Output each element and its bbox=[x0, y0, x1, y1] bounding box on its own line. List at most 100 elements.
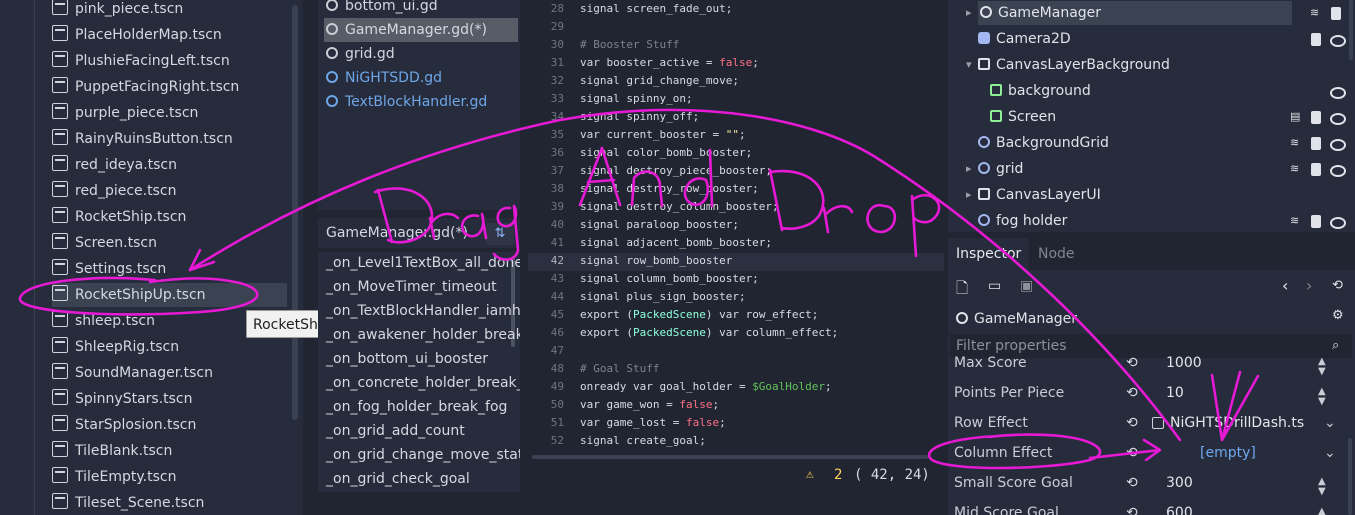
property-row[interactable]: Mid Score Goal ⟲ 600 ▲▼ bbox=[948, 498, 1355, 515]
visibility-eye-icon[interactable] bbox=[1330, 165, 1346, 177]
code-line[interactable]: signal column_bomb_booster; bbox=[580, 272, 759, 285]
file-item[interactable]: Tileset_Scene.tscn bbox=[52, 491, 204, 515]
method-item[interactable]: _on_grid_add_count bbox=[326, 419, 465, 443]
file-item[interactable]: SoundManager.tscn bbox=[52, 361, 213, 385]
code-line[interactable]: signal screen_fade_out; bbox=[580, 2, 732, 15]
method-item[interactable]: _on_grid_change_move_state bbox=[326, 443, 520, 467]
scene-node[interactable]: GameManager bbox=[978, 1, 1292, 25]
signal-icon[interactable]: ≋ bbox=[1290, 215, 1302, 227]
script-item[interactable]: GameManager.gd(*) bbox=[324, 18, 518, 42]
file-item[interactable]: RainyRuinsButton.tscn bbox=[52, 127, 233, 151]
property-value[interactable]: [empty] bbox=[1200, 438, 1256, 468]
file-item[interactable]: PuppetFacingRight.tscn bbox=[52, 75, 239, 99]
save-icon[interactable]: ▣ bbox=[1020, 278, 1033, 294]
inspector-scrollbar[interactable] bbox=[1348, 438, 1352, 515]
signal-icon[interactable]: ≋ bbox=[1290, 137, 1302, 149]
code-line[interactable]: export (PackedScene) var row_effect; bbox=[580, 308, 818, 321]
spinner-arrows-icon[interactable]: ▲▼ bbox=[1318, 507, 1326, 515]
film-icon[interactable]: ▤ bbox=[1290, 111, 1302, 123]
code-line[interactable]: var game_won = false; bbox=[580, 398, 719, 411]
property-row[interactable]: Max Score ⟲ 1000 ▲ ▼ bbox=[948, 348, 1355, 378]
method-item[interactable]: _on_concrete_holder_break_cc bbox=[326, 371, 520, 395]
sort-icon[interactable]: ⇅ bbox=[486, 223, 514, 245]
scene-node[interactable]: Camera2D bbox=[978, 27, 1071, 51]
scene-node[interactable]: CanvasLayerBackground bbox=[978, 53, 1170, 77]
file-item[interactable]: Settings.tscn bbox=[52, 257, 166, 281]
file-item[interactable]: shleep.tscn bbox=[52, 309, 155, 333]
code-line[interactable]: var booster_active = false; bbox=[580, 56, 759, 69]
method-item[interactable]: _on_fog_holder_break_fog bbox=[326, 395, 507, 419]
file-item[interactable]: ShleepRig.tscn bbox=[52, 335, 179, 359]
method-item[interactable]: _on_awakener_holder_break_a bbox=[326, 323, 520, 347]
expand-caret-icon[interactable]: ▸ bbox=[966, 162, 972, 175]
file-item[interactable]: PlaceHolderMap.tscn bbox=[52, 23, 222, 47]
revert-icon[interactable]: ⟲ bbox=[1126, 348, 1138, 378]
property-row[interactable]: Small Score Goal ⟲ 300 ▲ ▼ bbox=[948, 468, 1355, 498]
warning-icon[interactable]: ⚠ bbox=[806, 467, 814, 482]
method-item[interactable]: _on_bottom_ui_booster bbox=[326, 347, 488, 371]
method-item[interactable]: _on_MoveTimer_timeout bbox=[326, 275, 497, 299]
code-line[interactable]: signal destroy_row_booster; bbox=[580, 182, 759, 195]
property-value[interactable]: NiGHTSDrillDash.ts bbox=[1170, 408, 1304, 438]
tab-node[interactable]: Node bbox=[1030, 238, 1083, 270]
code-line[interactable]: export (PackedScene) var column_effect; bbox=[580, 326, 838, 339]
code-line[interactable]: signal color_bomb_booster; bbox=[580, 146, 752, 159]
code-editor[interactable]: 28 signal screen_fade_out; 29 30 # Booster S… bbox=[528, 0, 944, 460]
code-line[interactable]: signal row_bomb_booster bbox=[580, 254, 732, 267]
code-line[interactable]: signal paraloop_booster; bbox=[580, 218, 739, 231]
code-line[interactable]: # Booster Stuff bbox=[580, 38, 679, 51]
revert-icon[interactable]: ⟲ bbox=[1126, 408, 1138, 438]
code-line[interactable]: signal plus_sign_booster; bbox=[580, 290, 746, 303]
scene-node[interactable]: grid bbox=[978, 157, 1023, 181]
visibility-eye-icon[interactable] bbox=[1330, 217, 1346, 229]
history-icon[interactable]: ⟲ bbox=[1332, 278, 1343, 293]
scene-node[interactable]: BackgroundGrid bbox=[978, 131, 1109, 155]
file-item[interactable]: RocketShip.tscn bbox=[52, 205, 186, 229]
revert-icon[interactable]: ⟲ bbox=[1126, 498, 1138, 515]
script-item[interactable]: grid.gd bbox=[326, 42, 395, 66]
code-line[interactable]: # Goal Stuff bbox=[580, 362, 659, 375]
file-item[interactable]: SpinnyStars.tscn bbox=[52, 387, 193, 411]
visibility-eye-icon[interactable] bbox=[1330, 87, 1346, 99]
revert-icon[interactable]: ⟲ bbox=[1126, 378, 1138, 408]
visibility-eye-icon[interactable] bbox=[1330, 113, 1346, 125]
scene-node[interactable]: Screen bbox=[990, 105, 1056, 129]
dropdown-chevron-icon[interactable]: ⌄ bbox=[1324, 408, 1336, 438]
code-line[interactable]: var current_booster = ""; bbox=[580, 128, 746, 141]
property-row[interactable]: Column Effect ⟲ [empty] ⌄ bbox=[948, 438, 1355, 468]
method-item[interactable]: _on_grid_check_goal bbox=[326, 467, 470, 491]
script-icon[interactable] bbox=[1311, 137, 1321, 150]
code-line[interactable]: signal spinny_off; bbox=[580, 110, 699, 123]
script-item[interactable]: NiGHTSDD.gd bbox=[326, 66, 442, 90]
file-item[interactable]: purple_piece.tscn bbox=[52, 101, 198, 125]
code-line[interactable]: onready var goal_holder = $GoalHolder; bbox=[580, 380, 832, 393]
warning-count[interactable]: 2 bbox=[834, 467, 842, 483]
method-item[interactable]: _on_TextBlockHandler_iamher bbox=[326, 299, 520, 323]
script-icon[interactable] bbox=[1331, 7, 1341, 20]
property-value[interactable]: 300 bbox=[1166, 468, 1193, 498]
scene-node[interactable]: fog holder bbox=[978, 209, 1067, 232]
file-item[interactable]: red_piece.tscn bbox=[52, 179, 176, 203]
file-item[interactable]: TileEmpty.tscn bbox=[52, 465, 176, 489]
code-line[interactable]: signal create_goal; bbox=[580, 434, 706, 447]
script-item[interactable]: TextBlockHandler.gd bbox=[326, 90, 487, 114]
revert-icon[interactable]: ⟲ bbox=[1126, 468, 1138, 498]
scene-tree-scrollbar[interactable] bbox=[1349, 0, 1353, 60]
file-item[interactable]: Screen.tscn bbox=[52, 231, 157, 255]
file-item[interactable]: pink_piece.tscn bbox=[52, 0, 183, 21]
scene-node[interactable]: CanvasLayerUI bbox=[978, 183, 1101, 207]
method-item[interactable]: _on_Level1TextBox_all_done bbox=[326, 252, 520, 275]
file-item[interactable]: PlushieFacingLeft.tscn bbox=[52, 49, 230, 73]
property-row[interactable]: Row Effect ⟲ NiGHTSDrillDash.ts ⌄ bbox=[948, 408, 1355, 438]
editor-horizontal-scrollbar[interactable] bbox=[532, 455, 928, 459]
spinner-arrows-icon[interactable]: ▲▼ bbox=[1318, 387, 1326, 407]
scene-node[interactable]: background bbox=[990, 79, 1091, 103]
signal-icon[interactable]: ≋ bbox=[1310, 7, 1322, 19]
revert-icon[interactable]: ⟲ bbox=[1126, 438, 1138, 468]
visibility-eye-icon[interactable] bbox=[1330, 139, 1346, 151]
new-resource-icon[interactable]: 🗋 bbox=[956, 278, 968, 303]
spinner-arrows-icon[interactable]: ▲▼ bbox=[1318, 357, 1326, 377]
file-item[interactable]: RocketShipUp.tscn bbox=[52, 283, 287, 307]
file-item[interactable]: red_ideya.tscn bbox=[52, 153, 177, 177]
script-item[interactable]: bottom_ui.gd bbox=[326, 0, 438, 18]
